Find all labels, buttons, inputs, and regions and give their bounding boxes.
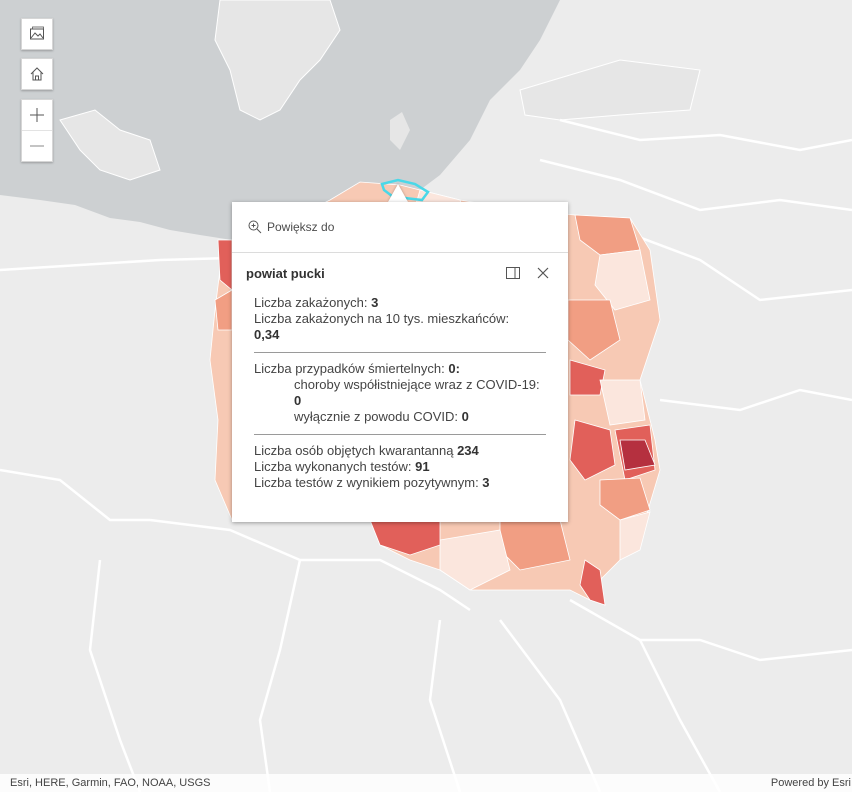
per10k-row: Liczba zakażonych na 10 tys. mieszkańców… bbox=[254, 311, 546, 343]
attribution-bar: Esri, HERE, Garmin, FAO, NOAA, USGS Powe… bbox=[0, 774, 852, 792]
popup-content: Liczba zakażonych: 3 Liczba zakażonych n… bbox=[232, 293, 568, 491]
infected-label: Liczba zakażonych: bbox=[254, 295, 372, 310]
zoom-out-button[interactable] bbox=[22, 130, 52, 161]
comorbid-label: choroby współistniejące wraz z COVID-19: bbox=[294, 377, 540, 392]
per10k-value: 0,34 bbox=[254, 327, 280, 342]
zoom-in-magnifier-icon bbox=[248, 220, 262, 234]
deaths-row: Liczba przypadków śmiertelnych: 0: bbox=[254, 361, 546, 377]
popup-pointer bbox=[388, 184, 408, 202]
positive-label: Liczba testów z wynikiem pozytywnym: bbox=[254, 475, 483, 490]
quarantine-row: Liczba osób objętych kwarantanną 234 bbox=[254, 443, 546, 459]
basemap-gallery-icon bbox=[30, 26, 44, 40]
comorbid-value: 0 bbox=[294, 393, 302, 408]
covid-only-label: wyłącznie z powodu COVID: bbox=[294, 409, 462, 424]
home-button[interactable] bbox=[22, 59, 52, 89]
tests-label: Liczba wykonanych testów: bbox=[254, 459, 416, 474]
zoom-in-button[interactable] bbox=[22, 100, 52, 130]
basemap-gallery-control bbox=[21, 18, 53, 50]
quarantine-label: Liczba osób objętych kwarantanną bbox=[254, 443, 458, 458]
divider bbox=[254, 352, 546, 353]
minus-icon bbox=[30, 145, 44, 147]
tests-row: Liczba wykonanych testów: 91 bbox=[254, 459, 546, 475]
popup-actions-bar: Powiększ do bbox=[232, 202, 568, 253]
per10k-label: Liczba zakażonych na 10 tys. mieszkańców… bbox=[254, 311, 510, 326]
basemap-gallery-button[interactable] bbox=[22, 19, 52, 49]
covid-only-row: wyłącznie z powodu COVID: 0 bbox=[254, 409, 546, 425]
covid-only-value: 0 bbox=[461, 409, 469, 424]
positive-row: Liczba testów z wynikiem pozytywnym: 3 bbox=[254, 475, 546, 491]
zoom-control bbox=[21, 99, 53, 162]
plus-icon bbox=[30, 108, 44, 122]
home-control bbox=[21, 58, 53, 90]
positive-value: 3 bbox=[482, 475, 490, 490]
comorbid-row: choroby współistniejące wraz z COVID-19:… bbox=[254, 377, 546, 409]
zoom-to-button[interactable]: Powiększ do bbox=[248, 220, 334, 234]
zoom-to-label: Powiększ do bbox=[267, 220, 335, 234]
divider bbox=[254, 434, 546, 435]
deaths-label: Liczba przypadków śmiertelnych: bbox=[254, 361, 449, 376]
attribution-sources: Esri, HERE, Garmin, FAO, NOAA, USGS bbox=[10, 777, 211, 789]
home-icon bbox=[30, 67, 44, 81]
close-button[interactable] bbox=[532, 262, 554, 284]
popup-title: powiat pucki bbox=[246, 265, 325, 281]
infected-row: Liczba zakażonych: 3 bbox=[254, 295, 546, 311]
dock-button[interactable] bbox=[502, 262, 524, 284]
popup-header: powiat pucki bbox=[232, 253, 568, 293]
close-icon bbox=[537, 267, 549, 279]
deaths-value: 0: bbox=[448, 361, 460, 376]
powered-by-esri[interactable]: Powered by Esri bbox=[771, 777, 851, 789]
tests-value: 91 bbox=[415, 459, 430, 474]
feature-popup: Powiększ do powiat pucki Liczba zakażony… bbox=[232, 202, 568, 522]
dock-icon bbox=[506, 267, 520, 279]
quarantine-value: 234 bbox=[457, 443, 479, 458]
infected-value: 3 bbox=[371, 295, 379, 310]
